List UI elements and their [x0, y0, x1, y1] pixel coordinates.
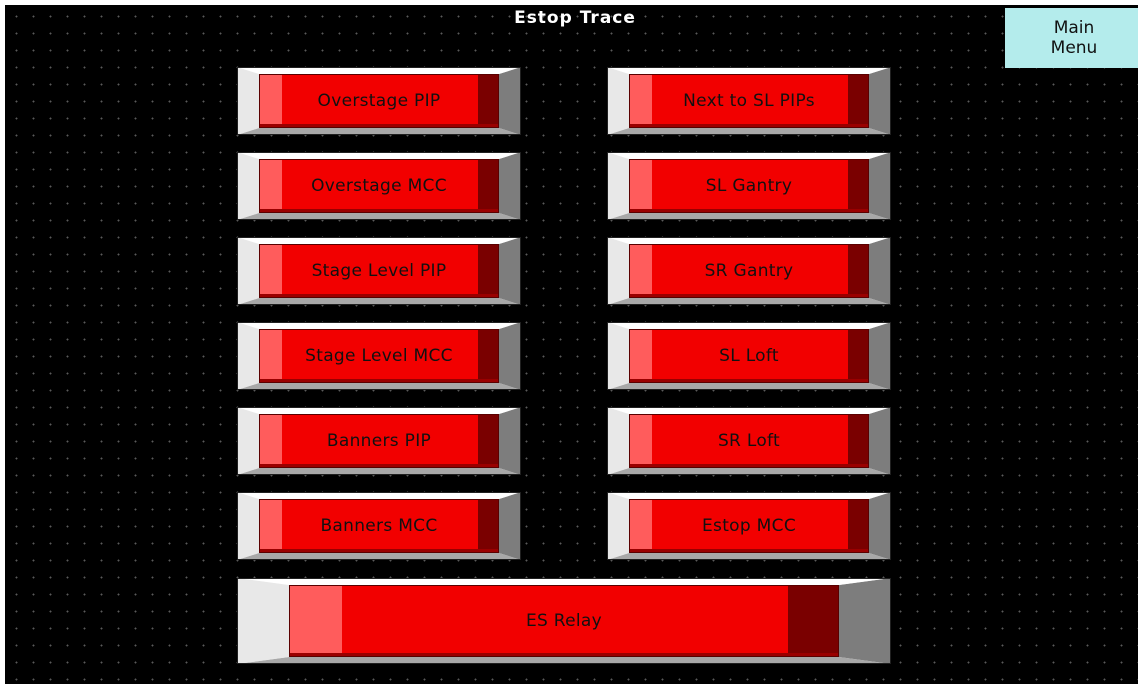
es-relay-label: ES Relay	[525, 611, 603, 631]
banners-mcc-button[interactable]: Banners MCC	[237, 492, 521, 560]
sr-loft-label: SR Loft	[717, 431, 781, 451]
stage-level-mcc-button[interactable]: Stage Level MCC	[237, 322, 521, 390]
main-menu-label-line1: Main	[1053, 18, 1095, 38]
es-relay-button[interactable]: ES Relay	[237, 578, 891, 664]
estop-mcc-label: Estop MCC	[702, 516, 796, 536]
sr-loft-button[interactable]: SR Loft	[607, 407, 891, 475]
stage-level-pip-label: Stage Level PIP	[311, 261, 447, 281]
next-to-sl-pips-label: Next to SL PIPs	[683, 91, 815, 111]
overstage-mcc-label: Overstage MCC	[311, 176, 447, 196]
banners-pip-button[interactable]: Banners PIP	[237, 407, 521, 475]
stage-level-mcc-label: Stage Level MCC	[305, 346, 453, 366]
main-menu-button[interactable]: Main Menu	[1005, 8, 1138, 68]
next-to-sl-pips-button[interactable]: Next to SL PIPs	[607, 67, 891, 135]
sr-gantry-button[interactable]: SR Gantry	[607, 237, 891, 305]
sr-gantry-label: SR Gantry	[704, 261, 794, 281]
main-menu-label-line2: Menu	[1050, 38, 1098, 58]
overstage-mcc-button[interactable]: Overstage MCC	[237, 152, 521, 220]
screen-title: Estop Trace	[514, 8, 636, 28]
hmi-screen: Estop Trace Main Menu Overstage PIP Over…	[5, 5, 1138, 684]
banners-mcc-label: Banners MCC	[320, 516, 438, 536]
overstage-pip-button[interactable]: Overstage PIP	[237, 67, 521, 135]
overstage-pip-label: Overstage PIP	[317, 91, 441, 111]
banners-pip-label: Banners PIP	[326, 431, 432, 451]
stage-level-pip-button[interactable]: Stage Level PIP	[237, 237, 521, 305]
sl-loft-button[interactable]: SL Loft	[607, 322, 891, 390]
sl-loft-label: SL Loft	[719, 346, 779, 366]
sl-gantry-button[interactable]: SL Gantry	[607, 152, 891, 220]
estop-mcc-button[interactable]: Estop MCC	[607, 492, 891, 560]
sl-gantry-label: SL Gantry	[705, 176, 793, 196]
